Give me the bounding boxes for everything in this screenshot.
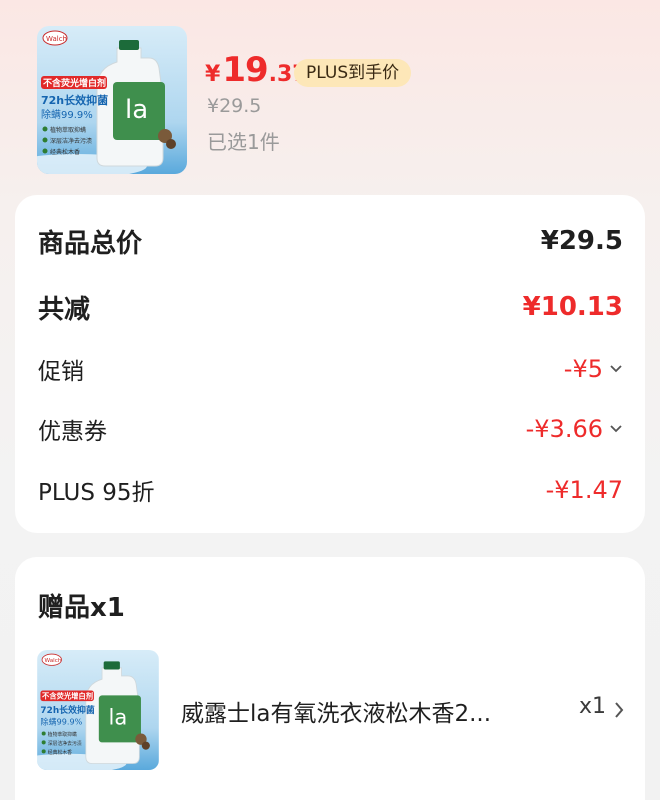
price-summary-card: 商品总价 ¥29.5 共减 ¥10.13 促销 -¥5 优惠券 -¥3.66 P… (15, 195, 645, 533)
bottle-logo-text: la (109, 705, 128, 730)
product-image[interactable]: la Walch 不含荧光增白剂 72h长效抑菌 除螨99.9% 植物萃取抑螨 … (37, 26, 187, 174)
headline-text: 72h长效抑菌 (40, 704, 94, 716)
promotion-value-group[interactable]: -¥5 (564, 355, 623, 383)
sub-text: 除螨99.9% (41, 108, 93, 121)
gift-item-name[interactable]: 威露士la有氧洗衣液松木香2... (181, 694, 521, 728)
total-price-label: 商品总价 (38, 228, 143, 259)
total-price-row: 商品总价 ¥29.5 (38, 221, 623, 261)
plus-discount-label: PLUS 95折 (38, 480, 155, 506)
headline-text: 72h长效抑菌 (41, 93, 108, 107)
laundry-detergent-gift-image: la Walch 不含荧光增白剂 72h长效抑菌 除螨99.9% 植物萃取抑螨 … (37, 650, 159, 770)
brand-logo-text: Walch (46, 35, 67, 43)
coupon-value-group[interactable]: -¥3.66 (526, 415, 623, 443)
bullet-text: 植物萃取抑螨 (50, 126, 86, 134)
sub-text: 除螨99.9% (40, 717, 82, 727)
plus-price-badge: PLUS到手价 (294, 59, 412, 87)
promotion-row[interactable]: 促销 -¥5 (38, 351, 623, 387)
price-currency: ¥ (205, 62, 221, 87)
promotion-value: -¥5 (563, 355, 603, 383)
brand-logo-text: Walch (44, 658, 61, 664)
coupon-row[interactable]: 优惠券 -¥3.66 (38, 411, 623, 447)
laundry-detergent-product-image: la Walch 不含荧光增白剂 72h长效抑菌 除螨99.9% 植物萃取抑螨 … (37, 26, 187, 174)
bullet-text: 经典松木香 (50, 148, 80, 156)
chevron-right-icon[interactable] (613, 700, 625, 720)
bullet-text: 深层洁净去污渍 (50, 137, 92, 145)
chevron-down-icon[interactable] (609, 364, 623, 374)
plus-price: ¥ 19 .37 (205, 50, 308, 90)
original-price: ¥29.5 (207, 95, 262, 117)
chevron-down-icon[interactable] (609, 424, 623, 434)
total-discount-value: ¥10.13 (522, 292, 623, 322)
promotion-label: 促销 (38, 359, 84, 385)
total-price-value: ¥29.5 (540, 226, 623, 256)
gift-title: 赠品x1 (38, 593, 125, 623)
gift-item-image[interactable]: la Walch 不含荧光增白剂 72h长效抑菌 除螨99.9% 植物萃取抑螨 … (37, 650, 159, 770)
total-discount-row: 共减 ¥10.13 (38, 287, 623, 327)
banner-text: 不含荧光增白剂 (42, 692, 93, 701)
coupon-value: -¥3.66 (525, 415, 603, 443)
coupon-label: 优惠券 (38, 419, 107, 445)
bottle-logo-text: la (125, 95, 148, 125)
plus-discount-row: PLUS 95折 -¥1.47 (38, 472, 623, 508)
bullet-text: 深层洁净去污渍 (48, 740, 82, 747)
price-integer: 19 (222, 50, 268, 90)
bullet-text: 经典松木香 (48, 749, 72, 756)
banner-text: 不含荧光增白剂 (43, 77, 106, 89)
total-discount-label: 共减 (38, 294, 91, 325)
plus-discount-value: -¥1.47 (545, 476, 623, 504)
selected-count: 已选1件 (207, 130, 280, 154)
bullet-text: 植物萃取抑螨 (48, 731, 77, 738)
gift-quantity: x1 (579, 694, 607, 719)
